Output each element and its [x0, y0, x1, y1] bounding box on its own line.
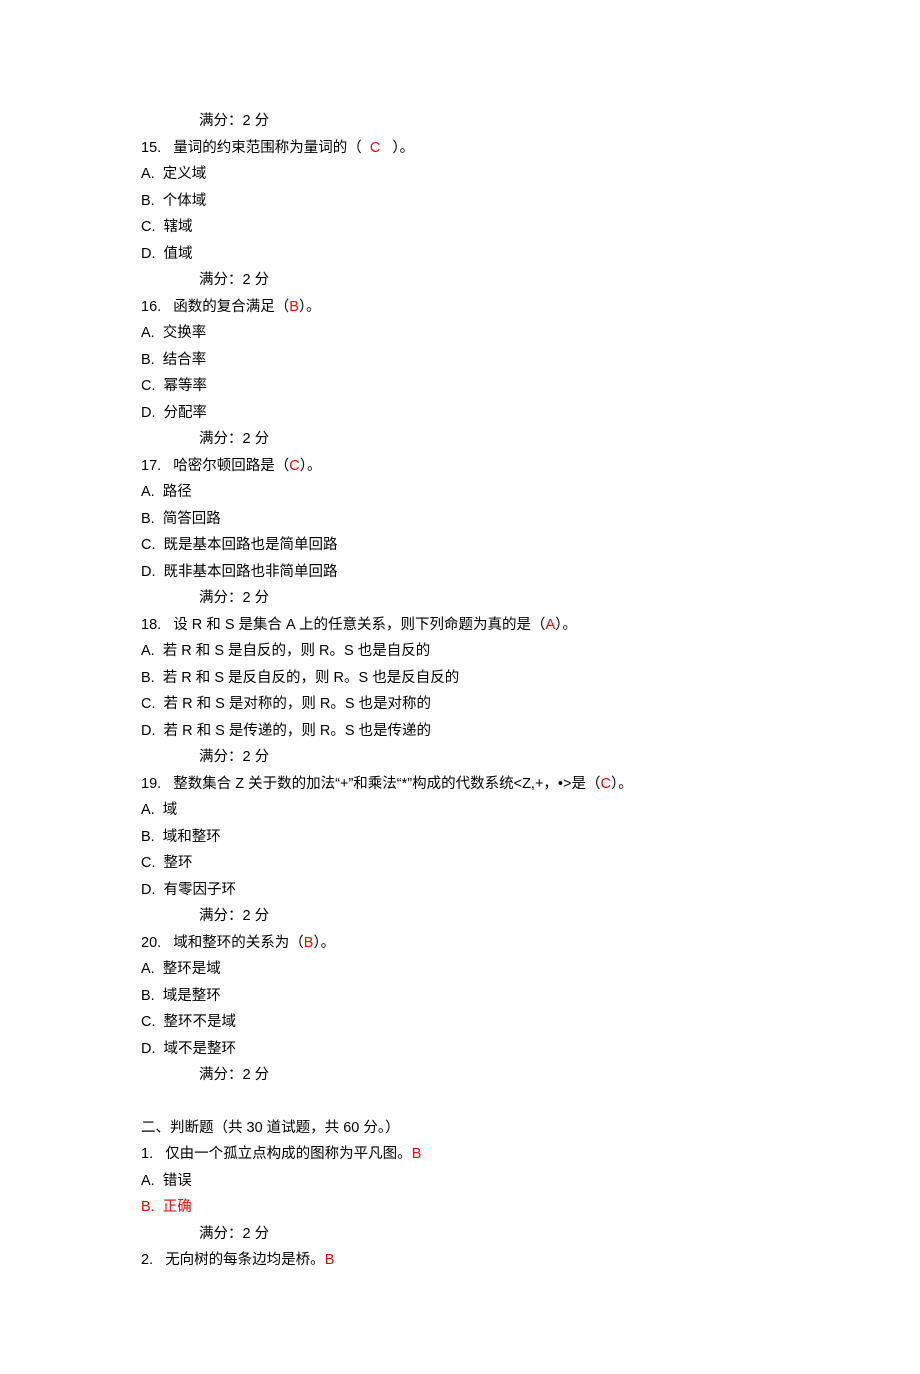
question-answer: A — [545, 617, 555, 633]
question-text-suffix: ）。 — [380, 140, 414, 156]
score-line: 满分：2 分 — [141, 1221, 779, 1248]
tf-question-1: 1. 仅由一个孤立点构成的图称为平凡图。B — [141, 1141, 779, 1168]
spacer — [141, 1089, 779, 1115]
score-line: 满分：2 分 — [141, 108, 779, 135]
option-d: D. 既非基本回路也非简单回路 — [141, 559, 779, 586]
option-b: B. 个体域 — [141, 188, 779, 215]
question-answer: B — [289, 299, 299, 315]
option-a: A. 整环是域 — [141, 956, 779, 983]
option-b: B. 简答回路 — [141, 506, 779, 533]
question-answer: B — [412, 1146, 422, 1162]
question-number: 19. — [141, 776, 161, 792]
question-text-suffix: ）。 — [300, 458, 322, 474]
question-18: 18. 设 R 和 S 是集合 A 上的任意关系，则下列命题为真的是（A）。 — [141, 612, 779, 639]
question-text: 仅由一个孤立点构成的图称为平凡图。 — [165, 1146, 412, 1162]
question-16: 16. 函数的复合满足（B）。 — [141, 294, 779, 321]
question-text-prefix: 量词的约束范围称为量词的（ — [173, 140, 370, 156]
question-number: 17. — [141, 458, 161, 474]
question-text: 无向树的每条边均是桥。 — [165, 1252, 325, 1268]
option-b: B. 域是整环 — [141, 983, 779, 1010]
option-c: C. 幂等率 — [141, 373, 779, 400]
option-a: A. 若 R 和 S 是自反的，则 R。S 也是自反的 — [141, 638, 779, 665]
option-c: C. 整环 — [141, 850, 779, 877]
option-a: A. 错误 — [141, 1168, 779, 1195]
question-text-prefix: 整数集合 Z 关于数的加法“+”和乘法“*”构成的代数系统<Z,+，•>是（ — [173, 776, 600, 792]
score-line: 满分：2 分 — [141, 1062, 779, 1089]
option-b: B. 域和整环 — [141, 824, 779, 851]
option-a: A. 路径 — [141, 479, 779, 506]
option-b: B. 结合率 — [141, 347, 779, 374]
question-text-prefix: 设 R 和 S 是集合 A 上的任意关系，则下列命题为真的是（ — [173, 617, 545, 633]
question-answer: C — [600, 776, 610, 792]
option-c: C. 整环不是域 — [141, 1009, 779, 1036]
option-d: D. 分配率 — [141, 400, 779, 427]
question-20: 20. 域和整环的关系为（B）。 — [141, 930, 779, 957]
score-line: 满分：2 分 — [141, 744, 779, 771]
score-line: 满分：2 分 — [141, 903, 779, 930]
score-line: 满分：2 分 — [141, 426, 779, 453]
question-number: 2. — [141, 1252, 153, 1268]
option-c: C. 若 R 和 S 是对称的，则 R。S 也是对称的 — [141, 691, 779, 718]
tf-question-2: 2. 无向树的每条边均是桥。B — [141, 1247, 779, 1274]
option-d: D. 值域 — [141, 241, 779, 268]
question-15: 15. 量词的约束范围称为量词的（ C ）。 — [141, 135, 779, 162]
section-2-title: 二、判断题（共 30 道试题，共 60 分。） — [141, 1115, 779, 1142]
question-number: 16. — [141, 299, 161, 315]
question-answer: B — [325, 1252, 335, 1268]
option-b: B. 若 R 和 S 是反自反的，则 R。S 也是反自反的 — [141, 665, 779, 692]
score-line: 满分：2 分 — [141, 585, 779, 612]
option-d: D. 域不是整环 — [141, 1036, 779, 1063]
question-text-suffix: ）。 — [313, 935, 335, 951]
question-answer: B — [304, 935, 314, 951]
question-19: 19. 整数集合 Z 关于数的加法“+”和乘法“*”构成的代数系统<Z,+，•>… — [141, 771, 779, 798]
question-text-suffix: ）。 — [299, 299, 321, 315]
option-a: A. 交换率 — [141, 320, 779, 347]
option-d: D. 有零因子环 — [141, 877, 779, 904]
option-a: A. 域 — [141, 797, 779, 824]
question-answer: C — [289, 458, 299, 474]
question-number: 1. — [141, 1146, 153, 1162]
option-c: C. 辖域 — [141, 214, 779, 241]
question-answer: C — [370, 140, 380, 156]
document-page: 满分：2 分 15. 量词的约束范围称为量词的（ C ）。 A. 定义域 B. … — [0, 0, 920, 1374]
question-17: 17. 哈密尔顿回路是（C）。 — [141, 453, 779, 480]
option-c: C. 既是基本回路也是简单回路 — [141, 532, 779, 559]
question-text-prefix: 域和整环的关系为（ — [173, 935, 304, 951]
question-text-suffix: ）。 — [611, 776, 633, 792]
question-number: 18. — [141, 617, 161, 633]
score-line: 满分：2 分 — [141, 267, 779, 294]
question-text-prefix: 函数的复合满足（ — [173, 299, 289, 315]
option-a: A. 定义域 — [141, 161, 779, 188]
question-text-suffix: ）。 — [555, 617, 577, 633]
question-number: 20. — [141, 935, 161, 951]
question-text-prefix: 哈密尔顿回路是（ — [173, 458, 289, 474]
option-b: B. 正确 — [141, 1194, 779, 1221]
question-number: 15. — [141, 140, 161, 156]
option-d: D. 若 R 和 S 是传递的，则 R。S 也是传递的 — [141, 718, 779, 745]
